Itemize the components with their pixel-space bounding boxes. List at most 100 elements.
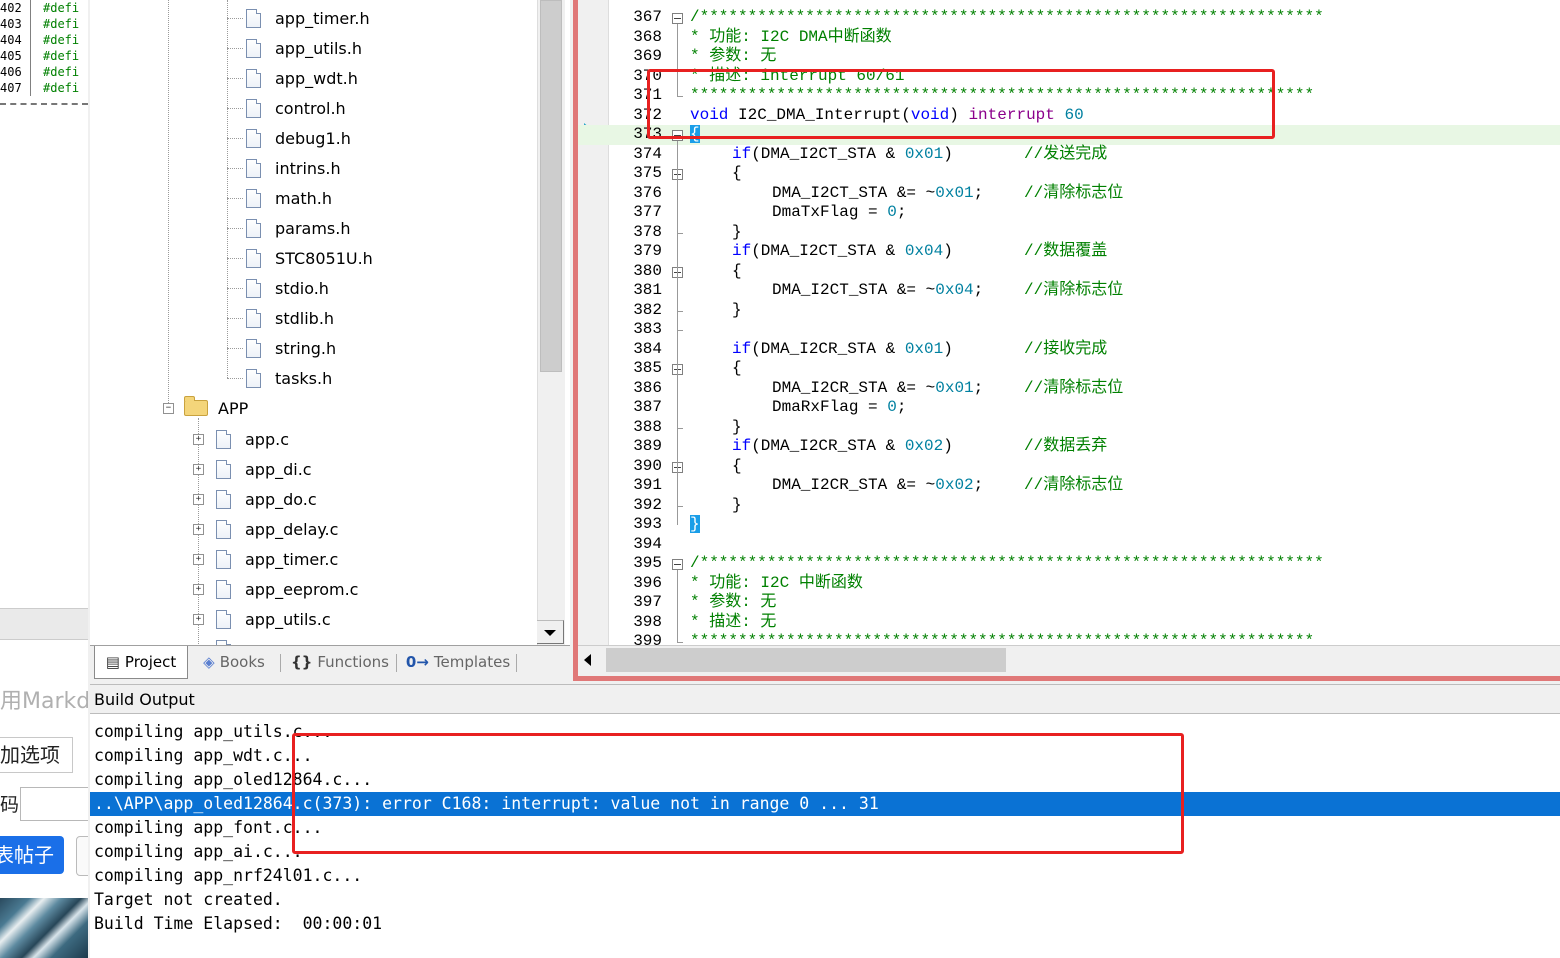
tree-file-label: app_delay.c xyxy=(245,519,339,539)
tree-source-file[interactable]: app_di.c xyxy=(216,454,312,484)
scroll-left-icon[interactable] xyxy=(584,654,591,666)
code-line[interactable]: 398 * 描述: 无 xyxy=(578,613,1560,633)
tree-file-label: app_wdt.h xyxy=(275,68,358,88)
collapse-toggle-icon[interactable]: − xyxy=(163,403,174,414)
code-line[interactable]: 369 * 参数: 无 xyxy=(578,47,1560,67)
expand-toggle-icon[interactable]: + xyxy=(193,434,204,445)
code-line[interactable]: 392} xyxy=(578,496,1560,516)
keyword: if xyxy=(732,437,752,455)
build-error-line[interactable]: ..\APP\app_oled12864.c(373): error C168:… xyxy=(90,792,1560,816)
code-line[interactable]: 381 DMA_I2CT_STA &= ~0x04; //清除标志位 xyxy=(578,281,1560,301)
tree-source-file[interactable]: app_timer.c xyxy=(216,544,338,574)
tree-source-file[interactable]: app.c xyxy=(216,424,289,454)
code-line[interactable]: 391 DMA_I2CR_STA &= ~0x02; //清除标志位 xyxy=(578,476,1560,496)
build-output-line[interactable]: Build Time Elapsed: 00:00:01 xyxy=(90,912,1560,936)
code-line[interactable]: 393} xyxy=(578,515,1560,535)
build-output-line[interactable]: compiling app_utils.c... xyxy=(90,720,1560,744)
brace: { xyxy=(732,456,742,475)
code-line[interactable]: 394 xyxy=(578,535,1560,555)
code-line[interactable]: 377 DmaTxFlag = 0; xyxy=(578,203,1560,223)
build-output-line[interactable]: compiling app_oled12864.c... xyxy=(90,768,1560,792)
code-line[interactable]: 388} xyxy=(578,418,1560,438)
tree-header-file[interactable]: params.h xyxy=(246,213,351,243)
code-line[interactable]: 378} xyxy=(578,223,1560,243)
tab-project[interactable]: ▤ Project xyxy=(94,646,188,679)
post-button[interactable]: 表帖子 xyxy=(0,836,64,874)
tab-templates[interactable]: 0→ Templates xyxy=(402,646,514,678)
code-line[interactable]: 387 DmaRxFlag = 0; xyxy=(578,398,1560,418)
fold-toggle-icon[interactable] xyxy=(672,130,683,141)
fold-toggle-icon[interactable] xyxy=(672,559,683,570)
tree-header-file[interactable]: app_utils.h xyxy=(246,33,362,63)
tree-scrollbar-thumb[interactable] xyxy=(540,0,562,372)
tab-books[interactable]: ◈ Books xyxy=(190,646,278,678)
tree-folder-app[interactable]: APP xyxy=(184,393,248,423)
code-editor[interactable]: 367 /************************************… xyxy=(578,0,1560,645)
expand-toggle-icon[interactable]: + xyxy=(193,524,204,535)
tree-header-file[interactable]: app_wdt.h xyxy=(246,63,358,93)
code-line[interactable]: 395 /************************************… xyxy=(578,554,1560,574)
tree-header-file[interactable]: string.h xyxy=(246,333,336,363)
add-option-button[interactable]: 加选项 xyxy=(0,737,73,773)
tree-source-file[interactable]: app_delay.c xyxy=(216,514,338,544)
code-line[interactable]: 385 { xyxy=(578,359,1560,379)
editor-horizontal-scrollbar[interactable] xyxy=(578,645,1560,676)
code-line[interactable]: 367 /************************************… xyxy=(578,8,1560,28)
file-icon xyxy=(246,98,261,118)
expand-toggle-icon[interactable]: + xyxy=(193,554,204,565)
code-line[interactable]: 372 void I2C_DMA_Interrupt(void) interrup… xyxy=(578,106,1560,126)
tab-functions[interactable]: {} Functions xyxy=(286,646,394,678)
tree-header-file[interactable]: control.h xyxy=(246,93,346,123)
expand-toggle-icon[interactable]: + xyxy=(193,464,204,475)
tree-header-file[interactable]: tasks.h xyxy=(246,363,332,393)
tree-header-file[interactable]: stdlib.h xyxy=(246,303,334,333)
editor-scroll-thumb[interactable] xyxy=(606,648,1006,672)
tree-connector xyxy=(227,288,243,289)
hex-literal: 0x01 xyxy=(904,144,944,163)
tree-header-file[interactable]: intrins.h xyxy=(246,153,341,183)
code-line[interactable]: 389 if(DMA_I2CR_STA & 0x02) //数据丢弃 xyxy=(578,437,1560,457)
fold-toggle-icon[interactable] xyxy=(672,13,683,24)
line-number: 395 xyxy=(633,554,662,572)
tree-source-file[interactable]: app_utils.c xyxy=(216,604,331,634)
tree-header-file[interactable]: debug1.h xyxy=(246,123,351,153)
code-line[interactable]: 368 * 功能: I2C DMA中断函数 xyxy=(578,28,1560,48)
code-line[interactable]: 382} xyxy=(578,301,1560,321)
build-output-line[interactable]: compiling app_nrf24l01.c... xyxy=(90,864,1560,888)
code-line[interactable]: 384 if(DMA_I2CR_STA & 0x01) //接收完成 xyxy=(578,340,1560,360)
build-output-line[interactable]: compiling app_font.c... xyxy=(90,816,1560,840)
code-text: DMA_I2CR_STA &= ~0x01; xyxy=(772,379,983,399)
tree-scroll-down-button[interactable] xyxy=(537,620,564,644)
code-line[interactable]: 383 xyxy=(578,320,1560,340)
tree-source-file[interactable]: app_do.c xyxy=(216,484,317,514)
expand-toggle-icon[interactable]: + xyxy=(193,614,204,625)
expand-toggle-icon[interactable]: + xyxy=(193,494,204,505)
build-output-line[interactable]: Target not created. xyxy=(90,888,1560,912)
code-line[interactable]: 397 * 参数: 无 xyxy=(578,593,1560,613)
tree-header-file[interactable]: app_timer.h xyxy=(246,3,370,33)
mini-line-number: 403 xyxy=(0,17,22,31)
expand-toggle-icon[interactable]: + xyxy=(193,584,204,595)
build-output-line[interactable]: compiling app_ai.c... xyxy=(90,840,1560,864)
secondary-button[interactable] xyxy=(76,836,88,876)
code-text: DMA_I2CR_STA &= ~0x02; xyxy=(772,476,983,496)
code-line[interactable]: 371 *************************************… xyxy=(578,86,1560,106)
code-line[interactable]: 376 DMA_I2CT_STA &= ~0x01; //清除标志位 xyxy=(578,184,1560,204)
code-line[interactable]: 396 * 功能: I2C 中断函数 xyxy=(578,574,1560,594)
tree-header-file[interactable]: math.h xyxy=(246,183,332,213)
tree-source-file[interactable]: app_eeprom.c xyxy=(216,574,358,604)
code-line[interactable]: 370 * 描述: interrupt 60/61 xyxy=(578,67,1560,87)
code-line[interactable]: 390 { xyxy=(578,457,1560,477)
code-line[interactable]: 374 if(DMA_I2CT_STA & 0x01) //发送完成 xyxy=(578,145,1560,165)
code-line[interactable]: 399 *************************************… xyxy=(578,632,1560,645)
code-line[interactable]: 373 { xyxy=(578,125,1560,145)
code-input[interactable] xyxy=(20,787,88,821)
code-line[interactable]: 380 { xyxy=(578,262,1560,282)
code-line[interactable]: 375 { xyxy=(578,164,1560,184)
build-output-line[interactable]: compiling app_wdt.c... xyxy=(90,744,1560,768)
code-line[interactable]: 379 if(DMA_I2CT_STA & 0x04) //数据覆盖 xyxy=(578,242,1560,262)
tree-header-file[interactable]: STC8051U.h xyxy=(246,243,373,273)
tree-header-file[interactable]: stdio.h xyxy=(246,273,329,303)
code-line[interactable]: 386 DMA_I2CR_STA &= ~0x01; //清除标志位 xyxy=(578,379,1560,399)
code-text: /***************************************… xyxy=(690,8,1324,28)
